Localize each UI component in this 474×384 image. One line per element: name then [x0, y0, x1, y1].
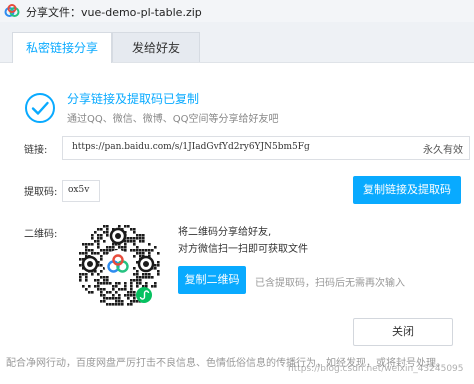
tab-send-friend[interactable]: 发给好友	[112, 32, 200, 62]
tab-bar: 私密链接分享 发给好友	[0, 22, 474, 63]
window-title: 分享文件：vue-demo-pl-table.zip	[26, 6, 202, 19]
wechat-mini-program-icon	[136, 287, 152, 303]
title-bar: 分享文件：vue-demo-pl-table.zip	[0, 0, 474, 23]
copy-qr-button[interactable]: 复制二维码	[178, 266, 246, 294]
qr-code	[73, 219, 163, 309]
copy-link-button[interactable]: 复制链接及提取码	[353, 176, 461, 204]
link-label: 链接:	[24, 145, 48, 156]
check-circle-icon	[25, 93, 55, 123]
baidu-cloud-icon	[4, 4, 20, 17]
link-validity: 永久有效	[423, 145, 463, 156]
success-title: 分享链接及提取码已复制	[67, 92, 200, 106]
success-subtitle: 通过QQ、微信、微博、QQ空间等分享给好友吧	[67, 114, 279, 125]
link-field[interactable]: https://pan.baidu.com/s/1JIadGvfYd2ry6YJ…	[62, 136, 470, 160]
watermark: https://blog.csdn.net/weixin_43245095	[288, 364, 464, 374]
code-field[interactable]: ox5v	[62, 180, 100, 202]
tab-private-link[interactable]: 私密链接分享	[12, 32, 112, 63]
qr-label: 二维码:	[24, 229, 58, 240]
qr-hint-line1: 将二维码分享给好友,	[178, 227, 272, 238]
code-value[interactable]: ox5v	[68, 185, 89, 195]
code-label: 提取码:	[24, 187, 58, 198]
link-value[interactable]: https://pan.baidu.com/s/1JIadGvfYd2ry6YJ…	[72, 142, 310, 152]
close-button[interactable]: 关闭	[353, 318, 453, 346]
qr-note: 已含提取码，扫码后无需再次输入	[255, 278, 405, 289]
qr-hint-line2: 对方微信扫一扫即可获取文件	[178, 244, 308, 255]
